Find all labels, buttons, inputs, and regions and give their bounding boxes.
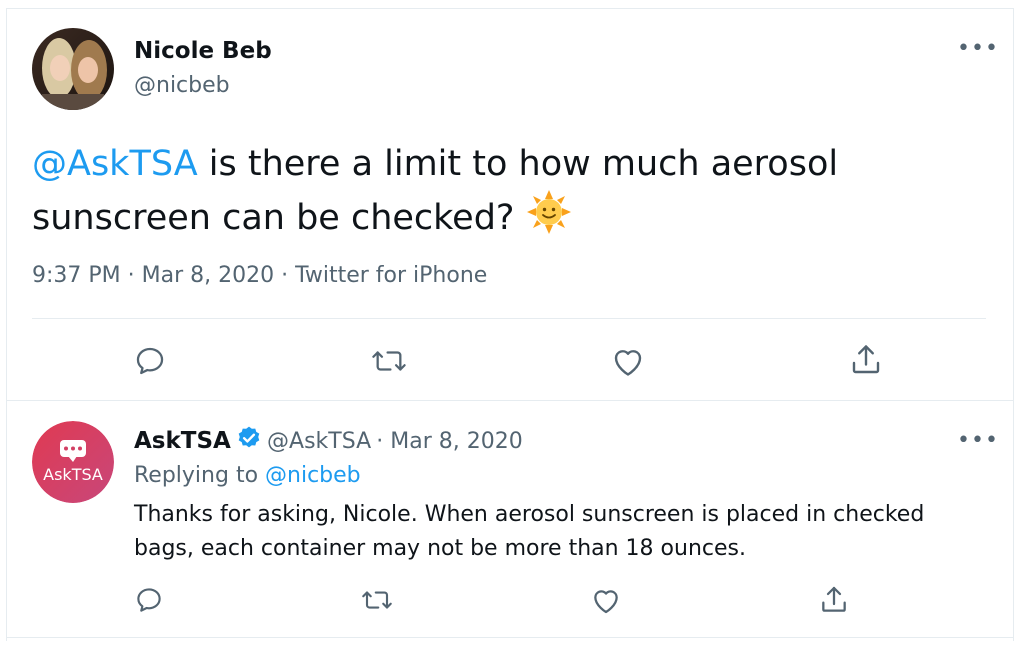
- reply-text: Thanks for asking, Nicole. When aerosol …: [134, 498, 994, 566]
- sun-emoji: [526, 189, 572, 249]
- tweet-text-line-1: @AskTSA is there a limit to how much aer…: [32, 140, 992, 189]
- tweet-text-line-2: sunscreen can be checked?: [32, 189, 992, 249]
- tweet-mention-link[interactable]: @AskTSA: [32, 144, 198, 184]
- replying-to: Replying to @nicbeb: [134, 463, 361, 488]
- nicole-avatar[interactable]: [32, 28, 114, 110]
- reply-reply-button[interactable]: [134, 585, 164, 615]
- tweet-author-handle[interactable]: @nicbeb: [134, 73, 230, 98]
- tweet-text-body-2: sunscreen can be checked?: [32, 198, 526, 238]
- reply-author-handle[interactable]: @AskTSA: [267, 429, 371, 454]
- asktsa-logo: [32, 421, 114, 503]
- reply-like-button[interactable]: [590, 585, 622, 615]
- share-icon: [852, 345, 880, 374]
- asktsa-avatar-label: AskTSA: [43, 465, 103, 484]
- tweet-meta-divider: [32, 318, 986, 319]
- reply-icon: [137, 588, 161, 612]
- like-icon: [594, 590, 618, 614]
- tweet-author-name[interactable]: Nicole Beb: [134, 38, 272, 64]
- reply-retweet-button[interactable]: [360, 585, 394, 615]
- tweet-share-button[interactable]: [848, 342, 884, 378]
- avatar-photo: [32, 28, 114, 110]
- reply-more-icon[interactable]: •••: [957, 430, 999, 452]
- reply-author-name[interactable]: AskTSA: [134, 428, 231, 454]
- tweet-text: @AskTSA is there a limit to how much aer…: [32, 140, 992, 249]
- tweet-reply-button[interactable]: [133, 344, 167, 378]
- tweet-retweet-button[interactable]: [370, 344, 408, 378]
- reply-icon: [136, 347, 164, 375]
- like-icon: [614, 350, 642, 376]
- sun-face-icon: [526, 190, 571, 234]
- replying-to-link[interactable]: @nicbeb: [265, 463, 361, 488]
- tweet-like-button[interactable]: [610, 344, 646, 378]
- retweet-icon: [372, 351, 406, 371]
- tweet-separator: [6, 400, 1013, 401]
- tweet-timestamp[interactable]: 9:37 PM · Mar 8, 2020 · Twitter for iPho…: [32, 263, 487, 288]
- share-icon: [822, 586, 846, 612]
- replying-to-label: Replying to: [134, 463, 266, 488]
- reply-share-button[interactable]: [818, 584, 850, 616]
- reply-text-line-1: Thanks for asking, Nicole. When aerosol …: [134, 502, 925, 527]
- reply-header: AskTSA @AskTSA · Mar 8, 2020: [134, 425, 523, 455]
- verified-badge-icon: [236, 425, 262, 455]
- tweet-more-icon[interactable]: •••: [957, 38, 999, 60]
- reply-text-line-2: bags, each container may not be more tha…: [134, 536, 746, 561]
- bottom-divider: [6, 637, 1013, 638]
- asktsa-avatar[interactable]: AskTSA: [32, 421, 114, 503]
- reply-date[interactable]: · Mar 8, 2020: [376, 429, 522, 454]
- retweet-icon: [362, 591, 392, 609]
- tweet-text-body-1: is there a limit to how much aerosol: [197, 144, 839, 184]
